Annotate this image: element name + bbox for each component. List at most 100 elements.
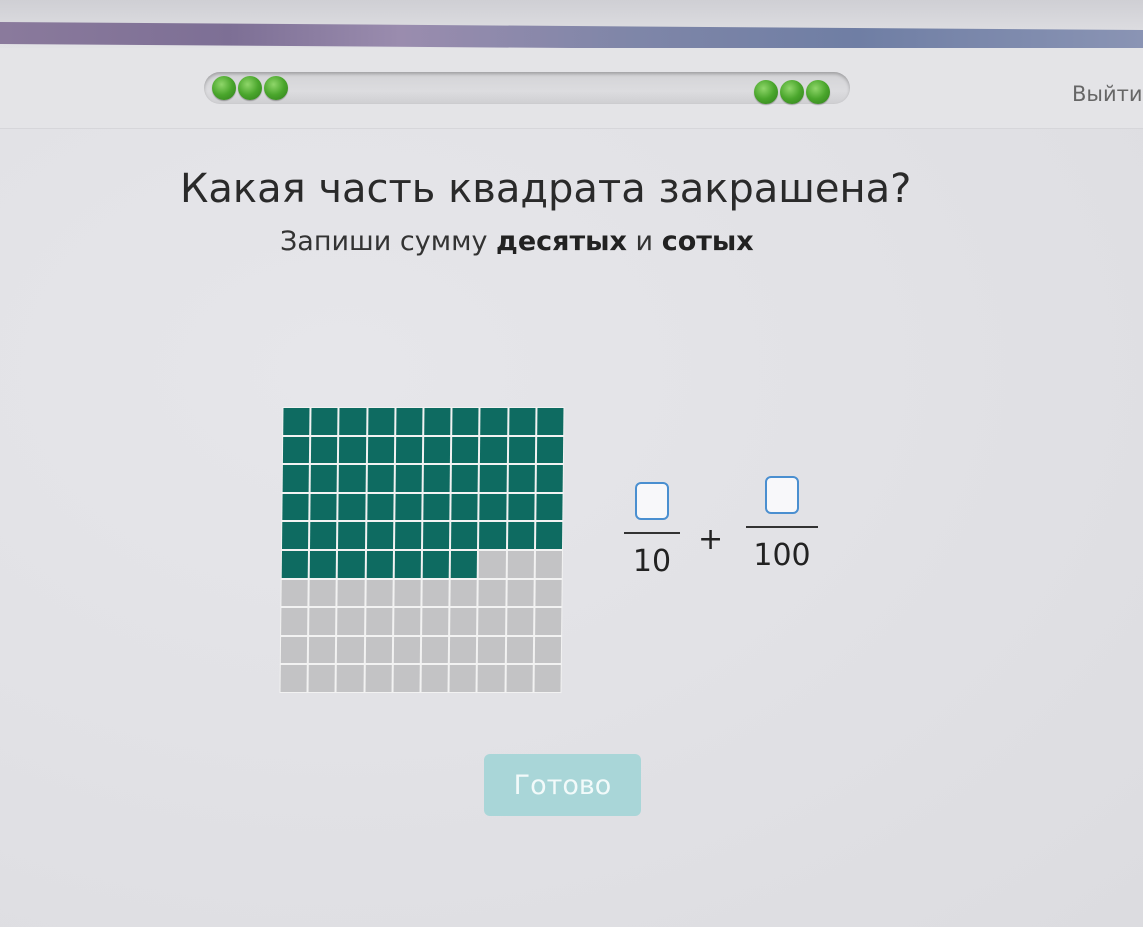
fraction-tenths: 10 xyxy=(624,482,680,579)
grid-cell-empty xyxy=(421,665,448,692)
grid-cell-filled xyxy=(310,465,338,492)
progress-dots-left xyxy=(212,76,288,100)
grid-cell-filled xyxy=(367,465,394,492)
grid-cell-filled xyxy=(339,436,366,464)
grid-cell-filled xyxy=(536,436,564,464)
progress-dot-icon xyxy=(780,80,804,104)
grid-cell-filled xyxy=(536,493,563,521)
grid-cell-filled xyxy=(508,408,536,435)
grid-cell-empty xyxy=(534,665,561,692)
done-button[interactable]: Готово xyxy=(484,754,641,816)
grid-cell-empty xyxy=(507,579,534,607)
progress-dots-right xyxy=(754,80,830,104)
grid-cell-empty xyxy=(535,551,562,578)
grid-cell-empty xyxy=(280,636,308,664)
grid-cell-empty xyxy=(309,608,336,635)
grid-cell-empty xyxy=(336,665,364,692)
grid-cell-filled xyxy=(480,436,507,464)
grid-cell-filled xyxy=(311,436,338,464)
grid-cell-filled xyxy=(310,493,337,521)
grid-cell-filled xyxy=(507,522,535,549)
grid-cell-empty xyxy=(450,608,477,635)
grid-cell-filled xyxy=(423,522,450,549)
grid-cell-filled xyxy=(395,493,422,521)
task-subtitle: Запиши сумму десятых и сотых xyxy=(280,226,754,257)
grid-cell-filled xyxy=(366,522,394,549)
grid-cell-filled xyxy=(452,408,479,435)
grid-cell-empty xyxy=(450,579,478,607)
grid-cell-empty xyxy=(365,608,393,635)
grid-cell-filled xyxy=(450,551,478,578)
fraction-hundredths: 100 xyxy=(746,476,818,573)
grid-cell-empty xyxy=(534,636,562,664)
grid-cell-empty xyxy=(479,551,506,578)
grid-cell-filled xyxy=(394,522,422,549)
grid-cell-empty xyxy=(281,608,308,635)
exit-link[interactable]: Выйти xyxy=(1072,82,1143,106)
grid-cell-filled xyxy=(452,436,479,464)
grid-cell-filled xyxy=(283,408,310,435)
grid-cell-empty xyxy=(422,579,449,607)
grid-cell-empty xyxy=(506,665,533,692)
grid-cell-filled xyxy=(339,465,366,492)
grid-cell-filled xyxy=(367,408,395,435)
grid-cell-filled xyxy=(339,408,367,435)
grid-cell-filled xyxy=(338,551,365,578)
subtitle-middle: и xyxy=(626,226,662,257)
grid-cell-filled xyxy=(367,436,394,464)
grid-cell-filled xyxy=(422,551,450,578)
grid-cell-empty xyxy=(421,636,449,664)
grid-cell-empty xyxy=(393,608,421,635)
grid-cell-empty xyxy=(450,636,477,664)
fraction-line xyxy=(624,532,680,534)
grid-cell-empty xyxy=(534,608,562,635)
grid-cell-filled xyxy=(424,408,451,435)
grid-cell-empty xyxy=(365,665,392,692)
grid-cell-filled xyxy=(311,408,338,435)
subtitle-bold-tenths: десятых xyxy=(496,226,627,257)
grid-cell-filled xyxy=(394,551,421,578)
grid-cell-empty xyxy=(337,636,364,664)
grid-cell-empty xyxy=(478,579,506,607)
grid-cell-empty xyxy=(477,665,505,692)
grid-cell-filled xyxy=(536,465,563,492)
grid-cell-filled xyxy=(508,436,535,464)
grid-cell-filled xyxy=(479,493,507,521)
grid-cell-empty xyxy=(478,608,505,635)
grid-cell-filled xyxy=(396,408,423,435)
hundred-square-grid xyxy=(279,407,565,693)
tenths-numerator-input[interactable] xyxy=(635,482,669,520)
tenths-denominator: 10 xyxy=(632,544,672,579)
grid-cell-filled xyxy=(479,522,506,549)
subtitle-prefix: Запиши сумму xyxy=(280,226,497,257)
progress-dot-icon xyxy=(806,80,830,104)
grid-cell-empty xyxy=(281,579,308,607)
grid-cell-filled xyxy=(423,493,450,521)
grid-cell-filled xyxy=(451,522,478,549)
plus-sign: + xyxy=(698,522,724,557)
grid-cell-filled xyxy=(395,436,423,464)
grid-cell-filled xyxy=(395,465,422,492)
grid-cell-filled xyxy=(282,436,310,464)
task-title: Какая часть квадрата закрашена? xyxy=(180,166,912,212)
grid-cell-empty xyxy=(337,579,365,607)
progress-dot-icon xyxy=(238,76,262,100)
grid-cell-empty xyxy=(478,636,505,664)
grid-cell-filled xyxy=(281,551,309,578)
hundredths-denominator: 100 xyxy=(753,538,811,573)
grid-cell-filled xyxy=(282,493,309,521)
grid-cell-empty xyxy=(337,608,364,635)
grid-cell-empty xyxy=(506,636,533,664)
grid-cell-empty xyxy=(280,665,307,692)
hundredths-numerator-input[interactable] xyxy=(765,476,799,514)
grid-cell-filled xyxy=(451,465,479,492)
subtitle-bold-hundredths: сотых xyxy=(661,226,754,257)
grid-cell-empty xyxy=(393,636,421,664)
grid-cell-filled xyxy=(310,522,337,549)
grid-cell-filled xyxy=(309,551,337,578)
grid-cell-empty xyxy=(394,579,421,607)
progress-dot-icon xyxy=(212,76,236,100)
grid-cell-filled xyxy=(423,436,451,464)
grid-cell-empty xyxy=(309,636,336,664)
grid-cell-empty xyxy=(393,665,420,692)
